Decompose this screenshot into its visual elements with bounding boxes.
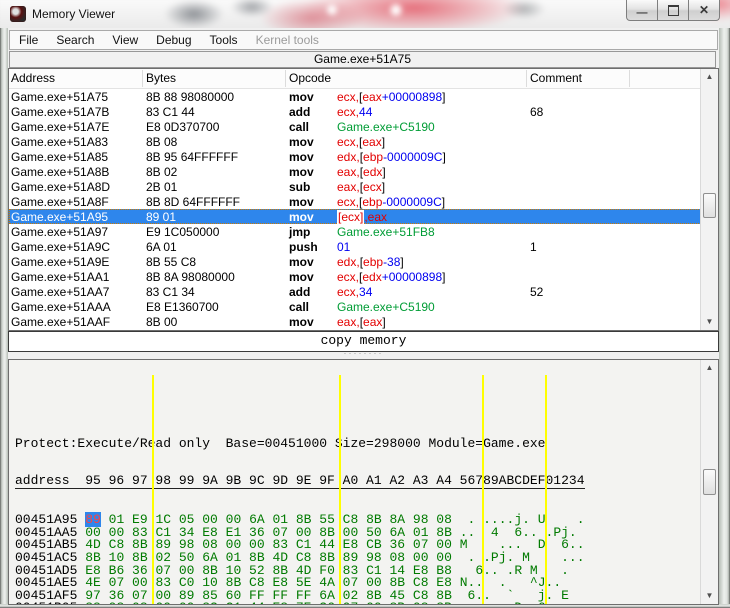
maximize-button[interactable]: [657, 0, 689, 21]
column-header-comment[interactable]: Comment: [530, 71, 582, 85]
title-bar[interactable]: Memory Viewer — ✕: [0, 0, 730, 28]
disasm-row[interactable]: Game.exe+51A9E8B 55 C8movedx,[ebp-38]: [9, 254, 701, 269]
window-border-left: [0, 28, 8, 608]
hexview-scrollbar[interactable]: ▲ ▼: [700, 360, 718, 604]
disasm-row[interactable]: Game.exe+51A97E9 1C050000jmpGame.exe+51F…: [9, 224, 701, 239]
menu-item-search[interactable]: Search: [47, 32, 103, 48]
scroll-up-icon[interactable]: ▲: [701, 72, 718, 82]
disasm-row[interactable]: Game.exe+51A7B83 C1 44addecx,4468: [9, 104, 701, 119]
menu-item-view[interactable]: View: [103, 32, 147, 48]
close-icon: ✕: [699, 3, 709, 17]
menu-item-file[interactable]: File: [10, 32, 47, 48]
disasm-row[interactable]: Game.exe+51A9C6A 01push011: [9, 239, 701, 254]
hex-row[interactable]: 00451B05 88 98 08 00 00 83 C1 44 E8 7E 3…: [15, 602, 701, 604]
disasm-row[interactable]: Game.exe+51A838B 08movecx,[eax]: [9, 134, 701, 149]
menu-item-debug[interactable]: Debug: [147, 32, 200, 48]
disasm-row[interactable]: Game.exe+51A758B 88 98080000movecx,[eax+…: [9, 89, 701, 104]
scroll-up-icon[interactable]: ▲: [701, 363, 718, 373]
maximize-icon: [668, 5, 679, 16]
minimize-icon: —: [637, 7, 648, 19]
window-title: Memory Viewer: [32, 7, 115, 21]
disassembly-scrollbar[interactable]: ▲ ▼: [700, 69, 718, 330]
splitter-handle[interactable]: ········: [8, 351, 719, 359]
column-header-opcode[interactable]: Opcode: [289, 71, 331, 85]
disassembly-column-header: Address Bytes Opcode Comment: [9, 69, 701, 89]
region-info-line: Protect:Execute/Read only Base=00451000 …: [15, 438, 701, 451]
hexview-panel: Protect:Execute/Read only Base=00451000 …: [8, 359, 719, 605]
column-divider[interactable]: [526, 70, 527, 87]
disasm-row[interactable]: Game.exe+51AAF8B 00moveax,[eax]: [9, 314, 701, 329]
window-controls: — ✕: [627, 0, 720, 21]
disasm-row[interactable]: Game.exe+51A8F8B 8D 64FFFFFFmovecx,[ebp-…: [9, 194, 701, 209]
memory-viewer-window: Memory Viewer — ✕ FileSearchViewDebugToo…: [0, 0, 730, 608]
hex-rows: 00451A95 89 01 E9 1C 05 00 00 6A 01 8B 5…: [15, 514, 701, 604]
disasm-row[interactable]: Game.exe+51AA783 C1 34addecx,3452: [9, 284, 701, 299]
hex-column-header: address 95 96 97 98 99 9A 9B 9C 9D 9E 9F…: [15, 475, 701, 489]
scroll-down-icon[interactable]: ▼: [701, 317, 718, 327]
column-header-address[interactable]: Address: [11, 71, 55, 85]
window-border-right: [719, 28, 730, 608]
disasm-row[interactable]: Game.exe+51A8B8B 02moveax,[edx]: [9, 164, 701, 179]
disasm-row[interactable]: Game.exe+51AA18B 8A 98080000movecx,[edx+…: [9, 269, 701, 284]
menu-item-tools[interactable]: Tools: [201, 32, 247, 48]
close-button[interactable]: ✕: [688, 0, 720, 21]
scrollbar-thumb[interactable]: [703, 193, 716, 218]
minimize-button[interactable]: —: [626, 0, 658, 21]
column-header-bytes[interactable]: Bytes: [146, 71, 176, 85]
hexview-content: Protect:Execute/Read only Base=00451000 …: [9, 360, 701, 604]
current-address-bar: Game.exe+51A75: [9, 51, 716, 68]
column-divider[interactable]: [285, 70, 286, 87]
column-divider[interactable]: [629, 70, 630, 87]
disasm-row[interactable]: Game.exe+51A8D2B 01subeax,[ecx]: [9, 179, 701, 194]
disasm-row[interactable]: Game.exe+51A9589 01mov[ecx],eax: [9, 209, 701, 224]
scrollbar-thumb[interactable]: [703, 469, 716, 495]
app-icon: [10, 6, 26, 22]
scroll-down-icon[interactable]: ▼: [701, 591, 718, 601]
disasm-row[interactable]: Game.exe+51A858B 95 64FFFFFFmovedx,[ebp-…: [9, 149, 701, 164]
disasm-row[interactable]: Game.exe+51A7EE8 0D370700callGame.exe+C5…: [9, 119, 701, 134]
column-divider[interactable]: [142, 70, 143, 87]
disassembly-panel: Address Bytes Opcode Comment Game.exe+51A75…: [8, 68, 719, 331]
menu-bar: FileSearchViewDebugToolsKernel tools: [9, 30, 718, 50]
disassembly-rows: Game.exe+51A758B 88 98080000movecx,[eax+…: [9, 89, 701, 330]
menu-item-kernel-tools: Kernel tools: [247, 32, 328, 48]
disasm-row[interactable]: Game.exe+51AAAE8 E1360700callGame.exe+C5…: [9, 299, 701, 314]
